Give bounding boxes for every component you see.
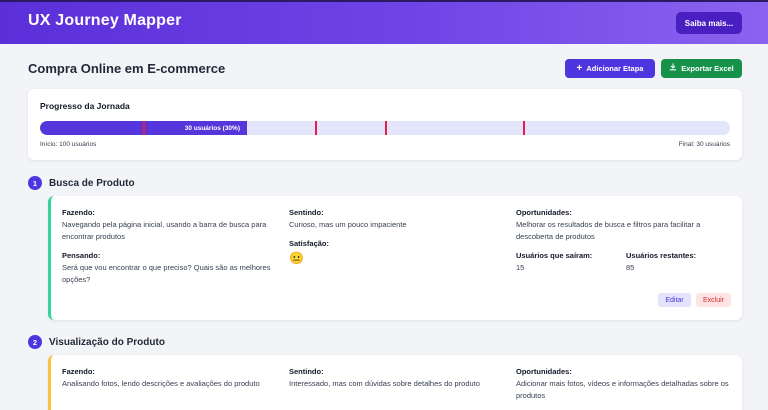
journey-progress-card: Progresso da Jornada 30 usuários (30%) I… (28, 89, 742, 160)
step-number: 2 (28, 335, 42, 349)
progress-start-label: Início: 100 usuários (40, 141, 97, 148)
stage-title: Busca de Produto (49, 178, 135, 189)
feeling-label: Sentindo: (289, 367, 324, 376)
satisfaction-label: Satisfação: (289, 239, 330, 248)
progress-track: 30 usuários (30%) (40, 121, 730, 135)
export-excel-label: Exportar Excel (681, 64, 734, 73)
doing-label: Fazendo: (62, 208, 95, 217)
page-title: Compra Online em E-commerce (28, 61, 226, 76)
neutral-face-icon: 😐 (289, 251, 304, 265)
users-remaining-label: Usuários restantes: (626, 251, 697, 260)
progress-fill-label: 30 usuários (30%) (184, 124, 240, 132)
export-excel-button[interactable]: Exportar Excel (661, 59, 742, 78)
opportunities-label: Oportunidades: (516, 367, 572, 376)
progress-end-label: Final: 30 usuários (678, 141, 730, 148)
doing-label: Fazendo: (62, 367, 95, 376)
opportunities-label: Oportunidades: (516, 208, 572, 217)
users-left-label: Usuários que saíram: (516, 251, 593, 260)
add-stage-button[interactable]: + Adicionar Etapa (565, 59, 655, 78)
stage-title: Visualização do Produto (49, 337, 165, 348)
thinking-text: Será que vou encontrar o que preciso? Qu… (62, 263, 271, 284)
doing-text: Analisando fotos, lendo descrições e ava… (62, 379, 260, 388)
dropoff-marker (523, 121, 525, 135)
plus-icon: + (576, 62, 583, 74)
delete-button[interactable]: Excluir (696, 293, 731, 307)
opportunities-text: Melhorar os resultados de busca e filtro… (516, 220, 701, 241)
download-icon (669, 63, 677, 74)
feeling-text: Interessado, mas com dúvidas sobre detal… (289, 379, 480, 388)
stage-card: Fazendo: Navegando pela página inicial, … (48, 196, 742, 320)
opportunities-text: Adicionar mais fotos, vídeos e informaçõ… (516, 379, 729, 400)
edit-button[interactable]: Editar (658, 293, 691, 307)
add-stage-label: Adicionar Etapa (586, 64, 644, 73)
info-button[interactable]: Saiba mais... (676, 12, 742, 34)
users-left-value: 15 (516, 263, 525, 272)
feeling-text: Curioso, mas um pouco impaciente (289, 220, 407, 229)
stage-card: Fazendo: Analisando fotos, lendo descriç… (48, 355, 742, 410)
doing-text: Navegando pela página inicial, usando a … (62, 220, 267, 241)
app-header: UX Journey Mapper Saiba mais... (0, 0, 768, 44)
dropoff-marker (385, 121, 387, 135)
progress-title: Progresso da Jornada (40, 101, 130, 111)
users-remaining-value: 85 (626, 263, 635, 272)
feeling-label: Sentindo: (289, 208, 324, 217)
app-title: UX Journey Mapper (28, 12, 182, 29)
step-number: 1 (28, 176, 42, 190)
dropoff-marker (315, 121, 317, 135)
thinking-label: Pensando: (62, 251, 101, 260)
dropoff-marker (143, 121, 145, 135)
